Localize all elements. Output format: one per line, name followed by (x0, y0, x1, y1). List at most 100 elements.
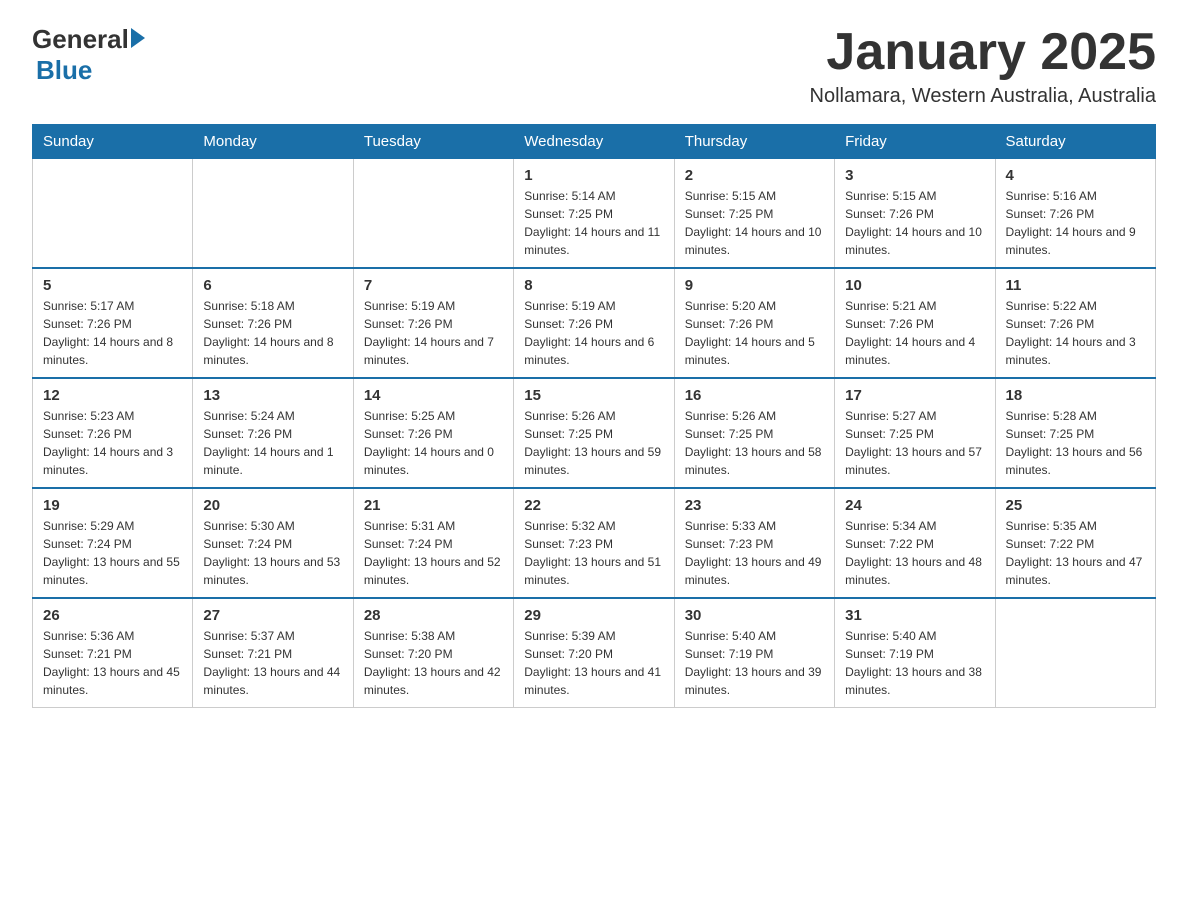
day-number: 5 (43, 277, 182, 294)
col-header-sunday: Sunday (33, 125, 193, 159)
day-number: 17 (845, 387, 984, 404)
calendar-cell: 1Sunrise: 5:14 AMSunset: 7:25 PMDaylight… (514, 159, 674, 269)
calendar-cell: 29Sunrise: 5:39 AMSunset: 7:20 PMDayligh… (514, 598, 674, 708)
day-number: 15 (524, 387, 663, 404)
calendar-cell: 17 Sunrise: 5:27 AMSunset: 7:25 PMDayligh… (835, 378, 995, 488)
day-number: 22 (524, 497, 663, 514)
day-info: Sunrise: 5:17 AMSunset: 7:26 PMDaylight:… (43, 297, 182, 369)
calendar-cell: 5 Sunrise: 5:17 AMSunset: 7:26 PMDaylight… (33, 268, 193, 378)
calendar-cell: 18 Sunrise: 5:28 AMSunset: 7:25 PMDayligh… (995, 378, 1155, 488)
calendar-cell: 30 Sunrise: 5:40 AMSunset: 7:19 PMDayligh… (674, 598, 834, 708)
day-info: Sunrise: 5:28 AMSunset: 7:25 PMDaylight:… (1006, 407, 1145, 479)
day-info: Sunrise: 5:27 AMSunset: 7:25 PMDaylight:… (845, 407, 984, 479)
day-info: Sunrise: 5:40 AMSunset: 7:19 PMDaylight:… (845, 627, 984, 699)
col-header-thursday: Thursday (674, 125, 834, 159)
day-number: 7 (364, 277, 503, 294)
day-number: 18 (1006, 387, 1145, 404)
day-info: Sunrise: 5:39 AMSunset: 7:20 PMDaylight:… (524, 627, 663, 699)
day-info: Sunrise: 5:40 AMSunset: 7:19 PMDaylight:… (685, 627, 824, 699)
day-number: 26 (43, 607, 182, 624)
calendar-cell: 10 Sunrise: 5:21 AMSunset: 7:26 PMDayligh… (835, 268, 995, 378)
calendar-cell (995, 598, 1155, 708)
day-info: Sunrise: 5:21 AMSunset: 7:26 PMDaylight:… (845, 297, 984, 369)
col-header-monday: Monday (193, 125, 353, 159)
day-info: Sunrise: 5:14 AMSunset: 7:25 PMDaylight:… (524, 187, 663, 259)
day-number: 12 (43, 387, 182, 404)
calendar-cell: 13 Sunrise: 5:24 AMSunset: 7:26 PMDayligh… (193, 378, 353, 488)
title-block: January 2025 Nollamara, Western Australi… (810, 24, 1156, 108)
day-info: Sunrise: 5:22 AMSunset: 7:26 PMDaylight:… (1006, 297, 1145, 369)
day-number: 3 (845, 167, 984, 184)
page-header: General Blue January 2025 Nollamara, Wes… (32, 24, 1156, 108)
day-info: Sunrise: 5:38 AMSunset: 7:20 PMDaylight:… (364, 627, 503, 699)
day-number: 9 (685, 277, 824, 294)
day-number: 11 (1006, 277, 1145, 294)
day-number: 25 (1006, 497, 1145, 514)
day-info: Sunrise: 5:37 AMSunset: 7:21 PMDaylight:… (203, 627, 342, 699)
logo-blue: Blue (36, 55, 92, 86)
day-info: Sunrise: 5:34 AMSunset: 7:22 PMDaylight:… (845, 517, 984, 589)
day-number: 4 (1006, 167, 1145, 184)
calendar-cell: 6 Sunrise: 5:18 AMSunset: 7:26 PMDaylight… (193, 268, 353, 378)
week-row-1: 1Sunrise: 5:14 AMSunset: 7:25 PMDaylight… (33, 159, 1156, 269)
col-header-friday: Friday (835, 125, 995, 159)
day-info: Sunrise: 5:26 AMSunset: 7:25 PMDaylight:… (524, 407, 663, 479)
day-number: 13 (203, 387, 342, 404)
day-info: Sunrise: 5:31 AMSunset: 7:24 PMDaylight:… (364, 517, 503, 589)
day-number: 23 (685, 497, 824, 514)
calendar-subtitle: Nollamara, Western Australia, Australia (810, 85, 1156, 108)
week-row-3: 12Sunrise: 5:23 AMSunset: 7:26 PMDayligh… (33, 378, 1156, 488)
calendar-cell: 2Sunrise: 5:15 AMSunset: 7:25 PMDaylight… (674, 159, 834, 269)
day-number: 6 (203, 277, 342, 294)
calendar-cell: 28 Sunrise: 5:38 AMSunset: 7:20 PMDayligh… (353, 598, 513, 708)
calendar-cell: 27Sunrise: 5:37 AMSunset: 7:21 PMDayligh… (193, 598, 353, 708)
calendar-cell (33, 159, 193, 269)
day-info: Sunrise: 5:24 AMSunset: 7:26 PMDaylight:… (203, 407, 342, 479)
day-number: 31 (845, 607, 984, 624)
day-info: Sunrise: 5:18 AMSunset: 7:26 PMDaylight:… (203, 297, 342, 369)
calendar-cell: 8Sunrise: 5:19 AMSunset: 7:26 PMDaylight… (514, 268, 674, 378)
day-number: 8 (524, 277, 663, 294)
calendar-cell (193, 159, 353, 269)
day-info: Sunrise: 5:33 AMSunset: 7:23 PMDaylight:… (685, 517, 824, 589)
day-info: Sunrise: 5:15 AMSunset: 7:25 PMDaylight:… (685, 187, 824, 259)
col-header-saturday: Saturday (995, 125, 1155, 159)
day-info: Sunrise: 5:30 AMSunset: 7:24 PMDaylight:… (203, 517, 342, 589)
calendar-cell: 7 Sunrise: 5:19 AMSunset: 7:26 PMDaylight… (353, 268, 513, 378)
logo-general: General (32, 24, 129, 55)
day-number: 19 (43, 497, 182, 514)
day-info: Sunrise: 5:16 AMSunset: 7:26 PMDaylight:… (1006, 187, 1145, 259)
calendar-cell: 9 Sunrise: 5:20 AMSunset: 7:26 PMDaylight… (674, 268, 834, 378)
calendar-cell: 20Sunrise: 5:30 AMSunset: 7:24 PMDayligh… (193, 488, 353, 598)
day-info: Sunrise: 5:19 AMSunset: 7:26 PMDaylight:… (364, 297, 503, 369)
day-info: Sunrise: 5:35 AMSunset: 7:22 PMDaylight:… (1006, 517, 1145, 589)
day-number: 24 (845, 497, 984, 514)
calendar-cell: 14 Sunrise: 5:25 AMSunset: 7:26 PMDayligh… (353, 378, 513, 488)
day-info: Sunrise: 5:32 AMSunset: 7:23 PMDaylight:… (524, 517, 663, 589)
logo-triangle-icon (131, 28, 145, 48)
calendar-cell: 23 Sunrise: 5:33 AMSunset: 7:23 PMDayligh… (674, 488, 834, 598)
day-number: 10 (845, 277, 984, 294)
day-info: Sunrise: 5:26 AMSunset: 7:25 PMDaylight:… (685, 407, 824, 479)
col-header-tuesday: Tuesday (353, 125, 513, 159)
day-number: 28 (364, 607, 503, 624)
calendar-cell: 19 Sunrise: 5:29 AMSunset: 7:24 PMDayligh… (33, 488, 193, 598)
day-number: 21 (364, 497, 503, 514)
day-number: 30 (685, 607, 824, 624)
day-info: Sunrise: 5:29 AMSunset: 7:24 PMDaylight:… (43, 517, 182, 589)
week-row-5: 26Sunrise: 5:36 AMSunset: 7:21 PMDayligh… (33, 598, 1156, 708)
day-info: Sunrise: 5:20 AMSunset: 7:26 PMDaylight:… (685, 297, 824, 369)
calendar-cell: 4 Sunrise: 5:16 AMSunset: 7:26 PMDaylight… (995, 159, 1155, 269)
calendar-cell: 12Sunrise: 5:23 AMSunset: 7:26 PMDayligh… (33, 378, 193, 488)
calendar-cell: 11 Sunrise: 5:22 AMSunset: 7:26 PMDayligh… (995, 268, 1155, 378)
day-info: Sunrise: 5:25 AMSunset: 7:26 PMDaylight:… (364, 407, 503, 479)
calendar-cell: 3 Sunrise: 5:15 AMSunset: 7:26 PMDaylight… (835, 159, 995, 269)
day-number: 16 (685, 387, 824, 404)
calendar-table: SundayMondayTuesdayWednesdayThursdayFrid… (32, 124, 1156, 708)
col-header-wednesday: Wednesday (514, 125, 674, 159)
calendar-cell: 31 Sunrise: 5:40 AMSunset: 7:19 PMDayligh… (835, 598, 995, 708)
calendar-cell: 15 Sunrise: 5:26 AMSunset: 7:25 PMDayligh… (514, 378, 674, 488)
logo: General Blue (32, 24, 145, 86)
day-number: 14 (364, 387, 503, 404)
day-info: Sunrise: 5:15 AMSunset: 7:26 PMDaylight:… (845, 187, 984, 259)
